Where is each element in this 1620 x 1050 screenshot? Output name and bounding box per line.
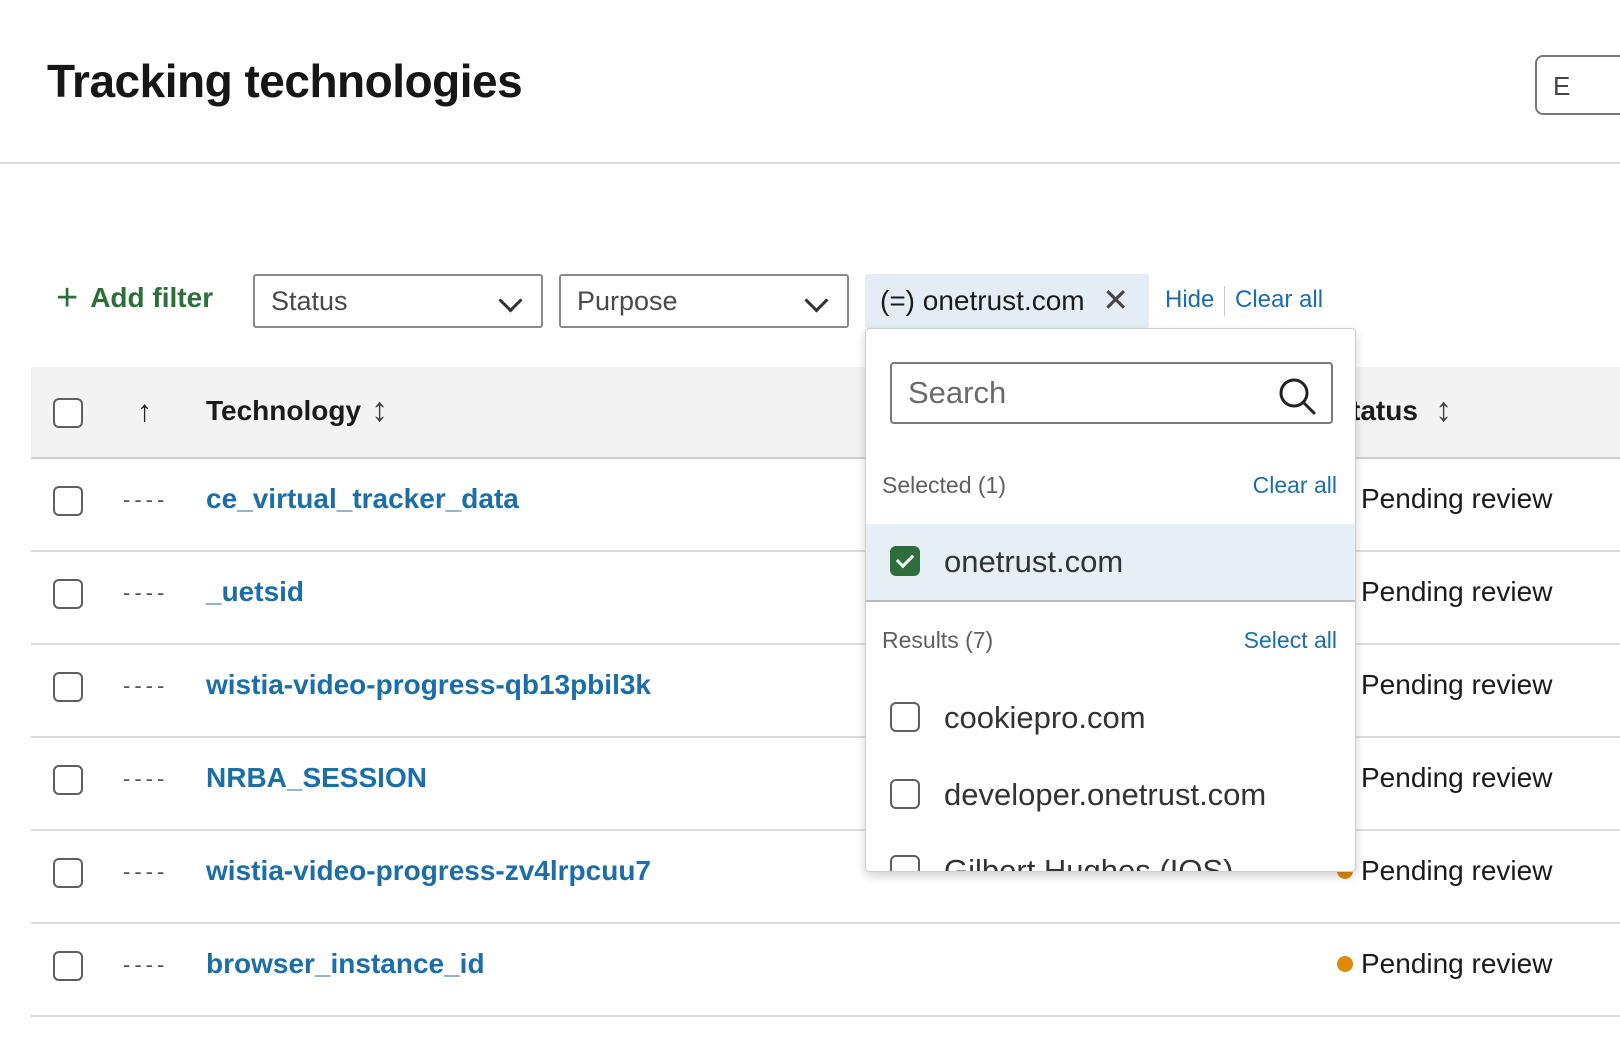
purpose-filter-value: Purpose (577, 286, 678, 316)
selected-option[interactable]: onetrust.com (866, 524, 1355, 602)
domain-filter-dropdown: Selected (1) Clear all onetrust.com Resu… (865, 328, 1356, 872)
page-title: Tracking technologies (47, 55, 523, 107)
status-text: Pending review (1361, 483, 1553, 514)
chevron-down-icon (804, 288, 829, 313)
page-header: Tracking technologies E (0, 0, 1620, 164)
table-row: ---- wistia-video-progress-qb13pbil3k Pe… (31, 645, 1620, 738)
technology-link[interactable]: browser_instance_id (206, 948, 485, 980)
results-section-header: Results (7) (882, 627, 994, 653)
result-option[interactable]: cookiepro.com (866, 680, 1355, 756)
domain-filter-chip[interactable]: (=) onetrust.com ✕ (865, 274, 1149, 328)
table-row: ---- _uetsid Pending review (31, 552, 1620, 645)
status-cell: Pending review (1337, 483, 1552, 515)
status-filter-value: Status (271, 286, 348, 316)
technology-link[interactable]: ce_virtual_tracker_data (206, 483, 519, 515)
row-checkbox[interactable] (53, 858, 83, 888)
technology-link[interactable]: _uetsid (206, 576, 304, 608)
technology-link[interactable]: NRBA_SESSION (206, 762, 427, 794)
column-header-technology[interactable]: Technology (206, 395, 361, 427)
add-filter-button[interactable]: + Add filter (56, 277, 214, 319)
divider (1224, 286, 1225, 316)
result-option[interactable]: Gilbert Hughes (IOS) (866, 833, 1355, 872)
status-text: Pending review (1361, 576, 1553, 607)
placeholder-dashes: ---- (123, 766, 169, 791)
status-cell: Pending review (1337, 948, 1552, 980)
chevron-down-icon (498, 288, 523, 313)
search-icon[interactable] (1275, 374, 1319, 418)
row-checkbox[interactable] (53, 672, 83, 702)
select-all-checkbox[interactable] (53, 398, 83, 428)
filter-bar: + Add filter Status Purpose (=) onetrust… (0, 270, 1620, 334)
domain-filter-chip-label: (=) onetrust.com (880, 285, 1085, 316)
row-checkbox[interactable] (53, 765, 83, 795)
table-row: ---- ce_virtual_tracker_data Pending rev… (31, 459, 1620, 552)
status-dot-icon (1337, 956, 1353, 972)
purpose-filter-select[interactable]: Purpose (559, 274, 849, 328)
technology-link[interactable]: wistia-video-progress-zv4lrpcuu7 (206, 855, 651, 887)
table-row: ---- NRBA_SESSION Pending review (31, 738, 1620, 831)
status-cell: Pending review (1337, 669, 1552, 701)
option-checkbox[interactable] (890, 779, 920, 809)
status-cell: Pending review (1337, 576, 1552, 608)
option-label: developer.onetrust.com (944, 777, 1267, 812)
check-icon (895, 549, 915, 569)
option-checkbox-checked[interactable] (890, 546, 920, 576)
row-checkbox[interactable] (53, 486, 83, 516)
add-filter-label: Add filter (90, 282, 214, 313)
placeholder-dashes: ---- (123, 952, 169, 977)
option-label: Gilbert Hughes (IOS) (944, 853, 1234, 872)
placeholder-dashes: ---- (123, 673, 169, 698)
option-label: onetrust.com (944, 544, 1124, 579)
search-input[interactable] (906, 374, 1260, 412)
status-text: Pending review (1361, 669, 1553, 700)
selected-clear-all-link[interactable]: Clear all (1253, 472, 1337, 499)
status-text: Pending review (1361, 855, 1553, 886)
dropdown-search-field[interactable] (890, 362, 1333, 424)
row-checkbox[interactable] (53, 951, 83, 981)
arrow-up-icon[interactable]: ↑ (137, 395, 152, 429)
status-filter-select[interactable]: Status (253, 274, 543, 328)
selected-section-header: Selected (1) (882, 472, 1007, 498)
placeholder-dashes: ---- (123, 580, 169, 605)
plus-icon: + (56, 277, 79, 319)
results-select-all-link[interactable]: Select all (1244, 627, 1337, 654)
header-action-button[interactable]: E (1535, 55, 1620, 115)
technology-link[interactable]: wistia-video-progress-qb13pbil3k (206, 669, 651, 701)
status-text: Pending review (1361, 762, 1553, 793)
sort-icon[interactable]: ↕ (1435, 391, 1452, 430)
technologies-table: ↑ Technology ↕ tatus ↕ ---- ce_virtual_t… (31, 367, 1620, 1017)
table-row: ---- wistia-video-progress-zv4lrpcuu7 Pe… (31, 831, 1620, 924)
sort-icon[interactable]: ↕ (371, 391, 388, 430)
column-header-status[interactable]: tatus (1351, 395, 1418, 427)
result-option[interactable]: developer.onetrust.com (866, 757, 1355, 833)
option-label: cookiepro.com (944, 700, 1146, 735)
table-row: ---- browser_instance_id Pending review (31, 924, 1620, 1017)
clear-all-filters-link[interactable]: Clear all (1235, 286, 1323, 314)
status-cell: Pending review (1337, 855, 1552, 887)
placeholder-dashes: ---- (123, 859, 169, 884)
option-checkbox[interactable] (890, 702, 920, 732)
status-cell: Pending review (1337, 762, 1552, 794)
option-checkbox[interactable] (890, 855, 920, 871)
close-icon[interactable]: ✕ (1102, 283, 1129, 317)
hide-filters-link[interactable]: Hide (1165, 286, 1214, 314)
row-checkbox[interactable] (53, 579, 83, 609)
status-text: Pending review (1361, 948, 1553, 979)
placeholder-dashes: ---- (123, 487, 169, 512)
table-header: ↑ Technology ↕ tatus ↕ (31, 367, 1620, 459)
